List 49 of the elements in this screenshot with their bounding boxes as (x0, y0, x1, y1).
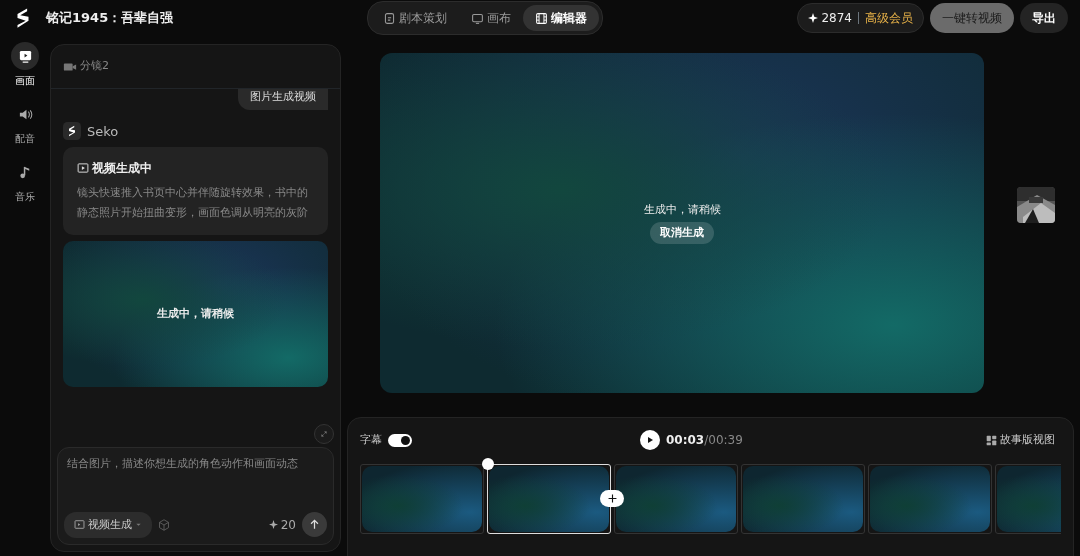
rail-item[interactable]: 音乐 (11, 158, 39, 204)
film-icon (535, 11, 549, 25)
cost-label: 20 (280, 516, 296, 534)
status-text: 生成中，请稍候 (157, 305, 234, 322)
grid-icon (986, 434, 997, 446)
membership-link[interactable]: 高级会员 (865, 9, 913, 27)
caret-icon (135, 521, 142, 529)
cancel-button[interactable]: 取消生成 (650, 221, 714, 244)
mode-dropdown[interactable]: 视频生成 (64, 511, 152, 538)
shot-label: 分镜2 (80, 58, 109, 75)
mode-tab[interactable]: 剧本策划 (371, 5, 460, 31)
subtitle-toggle[interactable] (388, 433, 412, 447)
monitor-icon (471, 11, 485, 25)
cube-icon (158, 518, 170, 531)
document-icon (383, 11, 397, 25)
credit-count: 2874 (821, 10, 852, 27)
expand-icon (321, 429, 327, 439)
mode-tab[interactable]: 画布 (459, 5, 524, 31)
timeline-clip[interactable] (360, 464, 484, 534)
export-button[interactable]: 导出 (1020, 3, 1068, 33)
current-time: 00:03 (666, 433, 705, 447)
play-icon (646, 435, 654, 445)
sparkle-icon (808, 13, 819, 23)
rail-item[interactable]: 配音 (11, 100, 39, 146)
assistant-name: Seko (87, 122, 119, 141)
subtitle-label: 字幕 (360, 431, 382, 448)
project-title: 铭记1945：吾辈自强 (46, 9, 174, 28)
play-button[interactable] (640, 430, 660, 450)
screen-icon (17, 48, 33, 64)
timeline-clip[interactable] (741, 464, 865, 534)
playhead-handle[interactable] (482, 458, 494, 470)
sparkle-icon (268, 520, 278, 530)
status-text: 生成中，请稍候 (643, 202, 721, 218)
storyboard-button[interactable]: 故事版视图 (980, 430, 1061, 450)
time-separator: / (704, 433, 709, 447)
send-button[interactable] (302, 512, 327, 538)
timeline-clip[interactable] (868, 464, 992, 534)
total-time: 00:39 (708, 433, 743, 447)
timeline-clip[interactable] (614, 464, 738, 534)
mode-tab[interactable]: 编辑器 (523, 5, 600, 31)
app-logo (66, 125, 78, 138)
arrow-up-icon (309, 519, 320, 531)
image-video-icon (74, 519, 85, 531)
task-title: 视频生成中 (92, 160, 152, 177)
video-icon (77, 162, 89, 174)
prompt-field[interactable]: 结合图片，描述你想生成的角色动作和画面动态 视频生成 20 (57, 447, 334, 545)
task-description: 镜头快速推入书页中心并伴随旋转效果，书中的静态照片开始扭曲变形，画面色调从明亮的灰阶 (77, 185, 309, 220)
user-message: 图片生成视频 (238, 89, 328, 110)
plus-icon (607, 494, 617, 503)
